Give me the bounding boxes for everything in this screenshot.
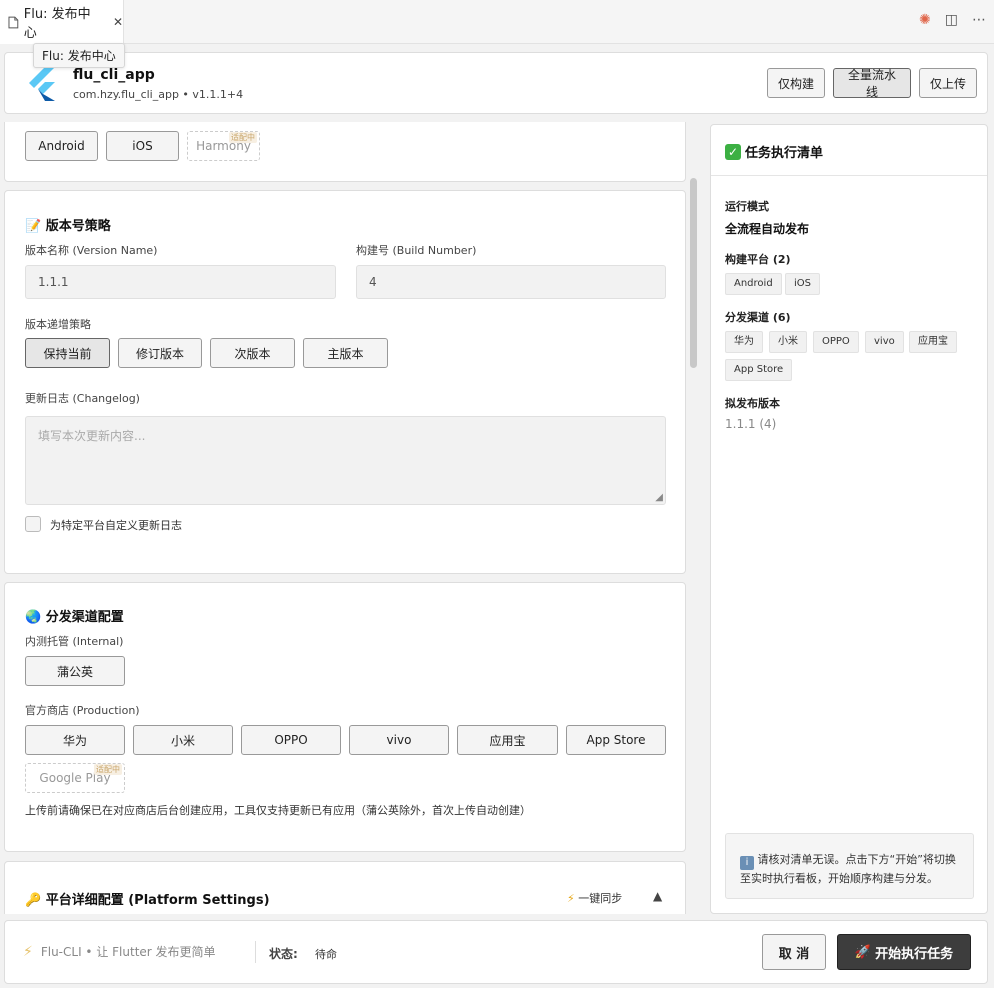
platform-card: Android iOS Harmony 适配中 <box>4 122 686 182</box>
release-version-label: 拟发布版本 <box>725 397 780 410</box>
custom-changelog-label: 为特定平台自定义更新日志 <box>50 519 182 532</box>
app-name: flu_cli_app <box>73 67 155 83</box>
spark-icon[interactable]: ✺ <box>919 12 931 28</box>
platform-ios-button[interactable]: iOS <box>106 131 179 161</box>
sync-button[interactable]: ⚡ 一键同步 <box>567 890 622 906</box>
rocket-icon: 🚀 <box>854 944 872 959</box>
full-pipeline-button[interactable]: 全量流水线 <box>832 68 911 99</box>
upload-only-button[interactable]: 仅上传 <box>918 68 977 98</box>
task-checklist-panel: ✓ 任务执行清单 运行模式 全流程自动发布 构建平台 (2) Android i… <box>710 124 988 914</box>
info-icon: i <box>740 856 754 870</box>
platform-harmony-button: Harmony 适配中 <box>187 131 260 161</box>
channel-xiaomi-button[interactable]: 小米 <box>133 725 233 755</box>
close-icon[interactable]: ✕ <box>113 15 123 29</box>
changelog-textarea[interactable]: 填写本次更新内容... ◢ <box>25 416 666 505</box>
version-name-label: 版本名称 (Version Name) <box>25 244 158 257</box>
app-header: flu_cli_app com.hzy.flu_cli_app • v1.1.1… <box>4 52 988 114</box>
build-platforms-label: 构建平台 (2) <box>725 253 791 266</box>
tab-title: Flu: 发布中心 <box>23 7 91 41</box>
custom-changelog-checkbox[interactable] <box>25 516 41 532</box>
channel-chip: OPPO <box>813 331 859 353</box>
channel-googleplay-button: Google Play 适配中 <box>25 763 125 793</box>
channel-chip: 华为 <box>725 331 763 353</box>
channel-huawei-button[interactable]: 华为 <box>25 725 125 755</box>
run-mode-label: 运行模式 <box>725 200 769 213</box>
channels-count-label: 分发渠道 (6) <box>725 311 791 324</box>
build-number-label: 构建号 (Build Number) <box>356 244 477 257</box>
channel-chip: App Store <box>725 359 793 381</box>
channel-vivo-button[interactable]: vivo <box>349 725 449 755</box>
footer-bar: ⚡ Flu-CLI • 让 Flutter 发布更简单 状态: 待命 取 消 🚀… <box>4 920 988 984</box>
status-label: 状态: <box>269 947 298 961</box>
run-mode-value: 全流程自动发布 <box>725 222 810 236</box>
changelog-placeholder: 填写本次更新内容... <box>38 429 146 443</box>
memo-icon: 📝 <box>25 219 42 234</box>
file-icon <box>8 16 19 28</box>
strategy-minor-button[interactable]: 次版本 <box>210 338 295 368</box>
platform-chip: iOS <box>785 273 820 295</box>
tab-release-center[interactable]: Flu: 发布中心 ✕ <box>0 0 124 44</box>
release-version-value: 1.1.1 (4) <box>725 417 777 431</box>
more-icon[interactable]: ⋯ <box>972 12 986 28</box>
platform-android-button[interactable]: Android <box>25 131 98 161</box>
globe-icon: 🌏 <box>25 610 42 625</box>
resize-handle-icon[interactable]: ◢ <box>655 492 663 503</box>
footer-brand: ⚡ Flu-CLI • 让 Flutter 发布更简单 <box>23 943 216 960</box>
strategy-keep-button[interactable]: 保持当前 <box>25 338 110 368</box>
channel-appstore-button[interactable]: App Store <box>566 725 666 755</box>
adapting-badge: 适配中 <box>229 132 257 143</box>
channel-chip: vivo <box>865 331 904 353</box>
flutter-logo <box>29 67 55 101</box>
changelog-label: 更新日志 (Changelog) <box>25 392 140 405</box>
start-task-button[interactable]: 🚀 开始执行任务 <box>837 934 971 970</box>
channels-card: 🌏 分发渠道配置 内测托管 (Internal) 蒲公英 官方商店 (Produ… <box>4 582 686 852</box>
platform-settings-title: 🔑 平台详细配置 (Platform Settings) <box>25 893 270 908</box>
channel-chip: 应用宝 <box>909 331 957 353</box>
checklist-title: ✓ 任务执行清单 <box>725 142 823 161</box>
collapse-icon[interactable]: ▲ <box>653 889 662 903</box>
production-label: 官方商店 (Production) <box>25 704 140 717</box>
platform-settings-card: 🔑 平台详细配置 (Platform Settings) ⚡ 一键同步 ▲ <box>4 861 686 914</box>
increment-strategy-label: 版本递增策略 <box>25 318 91 331</box>
build-number-input[interactable]: 4 <box>356 265 666 299</box>
channel-pgyer-button[interactable]: 蒲公英 <box>25 656 125 686</box>
channel-oppo-button[interactable]: OPPO <box>241 725 341 755</box>
config-pane[interactable]: Android iOS Harmony 适配中 📝 版本号策略 版本名称 (Ve… <box>0 122 700 914</box>
check-icon: ✓ <box>725 143 741 160</box>
app-package-version: com.hzy.flu_cli_app • v1.1.1+4 <box>73 88 244 101</box>
split-editor-icon[interactable]: ◫ <box>945 12 958 28</box>
cancel-button[interactable]: 取 消 <box>762 934 826 970</box>
version-strategy-card: 📝 版本号策略 版本名称 (Version Name) 1.1.1 构建号 (B… <box>4 190 686 574</box>
divider <box>711 175 987 176</box>
tab-tooltip: Flu: 发布中心 <box>33 43 125 68</box>
divider <box>255 941 256 963</box>
lightning-icon: ⚡ <box>23 943 33 960</box>
build-only-button[interactable]: 仅构建 <box>766 68 825 98</box>
version-name-input[interactable]: 1.1.1 <box>25 265 336 299</box>
lightning-icon: ⚡ <box>567 892 575 905</box>
scrollbar[interactable] <box>690 178 697 368</box>
strategy-patch-button[interactable]: 修订版本 <box>118 338 202 368</box>
adapting-badge: 适配中 <box>94 764 122 775</box>
strategy-major-button[interactable]: 主版本 <box>303 338 388 368</box>
upload-note: 上传前请确保已在对应商店后台创建应用，工具仅支持更新已有应用（蒲公英除外，首次上… <box>25 804 531 817</box>
channels-title: 🌏 分发渠道配置 <box>25 610 124 625</box>
version-strategy-title: 📝 版本号策略 <box>25 219 111 234</box>
key-icon: 🔑 <box>25 893 42 908</box>
channel-chip: 小米 <box>769 331 807 353</box>
platform-chip: Android <box>725 273 782 295</box>
tab-bar: Flu: 发布中心 ✕ ✺ ◫ ⋯ <box>0 0 994 44</box>
channel-yingyongbao-button[interactable]: 应用宝 <box>457 725 558 755</box>
checklist-note: i 请核对清单无误。点击下方“开始”将切换至实时执行看板，开始顺序构建与分发。 <box>725 833 974 899</box>
status-value: 待命 <box>315 948 337 961</box>
internal-label: 内测托管 (Internal) <box>25 635 124 648</box>
